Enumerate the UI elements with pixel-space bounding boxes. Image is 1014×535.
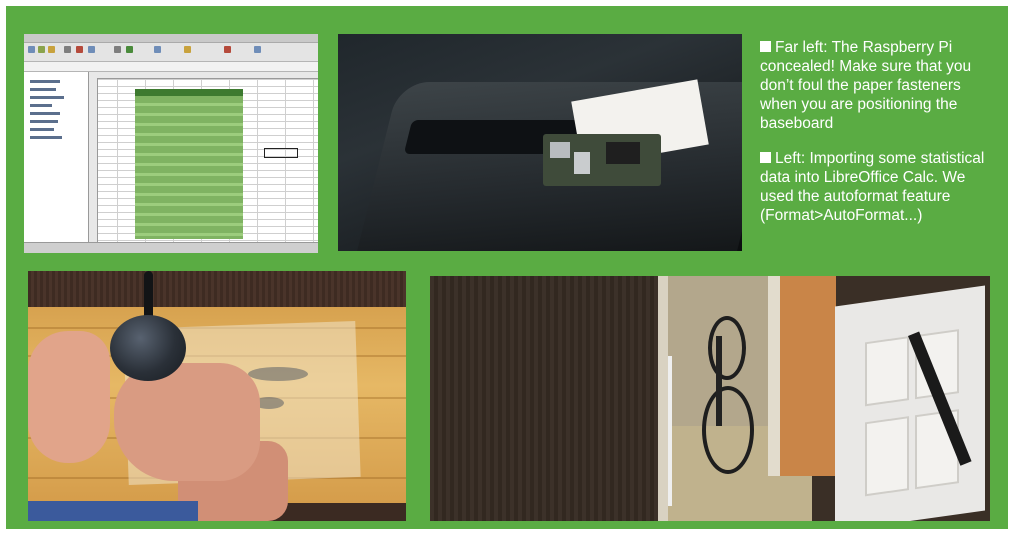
door-frame (658, 276, 668, 521)
bicycle-frame (716, 336, 722, 426)
raspberry-pi-housing-photo (338, 34, 742, 251)
orange-wall (780, 276, 836, 476)
caption-far-left: Far left: The Raspberry Pi concealed! Ma… (760, 39, 972, 132)
bicycle-wheel (702, 386, 754, 474)
ethernet-port (550, 142, 570, 158)
calc-row-headers (89, 78, 98, 242)
door-frame (768, 276, 780, 476)
square-bullet-icon (760, 41, 771, 52)
bicycle-wheel (708, 316, 746, 380)
hallway-photo (430, 276, 990, 521)
ink-blot (248, 367, 308, 381)
calc-screenshot-photo (24, 34, 318, 253)
dark-wall (430, 276, 662, 521)
calc-autoformatted-table (135, 89, 243, 239)
magazine-page: Far left: The Raspberry Pi concealed! Ma… (0, 0, 1014, 535)
open-door (835, 285, 985, 521)
calc-selected-cell (264, 148, 298, 158)
calc-toolbar (24, 43, 318, 62)
calc-statusbar (24, 242, 318, 253)
round-sensor (110, 315, 186, 381)
carpet (28, 271, 406, 311)
caption-left: Left: Importing some statistical data in… (760, 150, 985, 224)
calc-menubar (24, 34, 318, 43)
usb-port (574, 152, 590, 174)
hand-sensor-photo (28, 271, 406, 521)
right-hand (114, 363, 260, 481)
square-bullet-icon (760, 152, 771, 163)
calc-formula-bar (24, 62, 318, 72)
pi-chip (606, 142, 640, 164)
calc-column-headers (89, 72, 318, 79)
calc-navigator-pane (24, 72, 89, 242)
calc-table-header-row (135, 89, 243, 96)
left-hand (28, 331, 110, 463)
blue-sleeve (28, 501, 198, 521)
captions: Far left: The Raspberry Pi concealed! Ma… (760, 38, 1000, 241)
